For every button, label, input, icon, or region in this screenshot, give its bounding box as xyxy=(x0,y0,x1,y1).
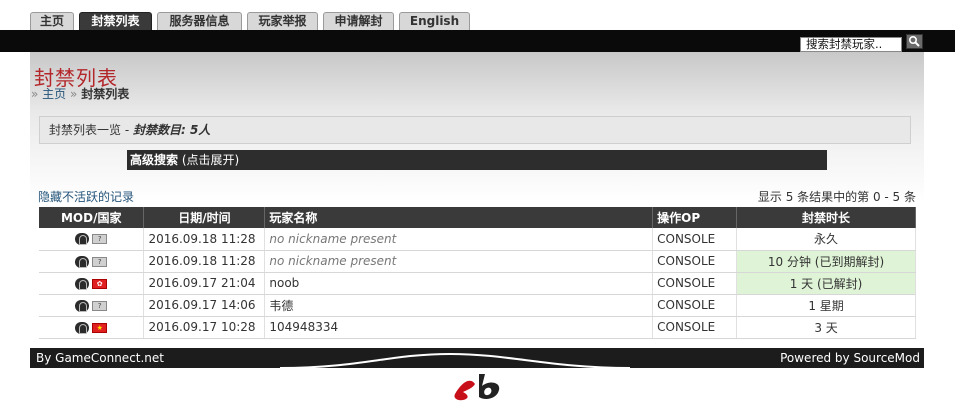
tab-unban-request[interactable]: 申请解封 xyxy=(323,12,394,30)
game-mod-icon xyxy=(75,299,90,312)
column-header-ban-length: 封禁时长 xyxy=(736,207,916,228)
search-input[interactable]: 搜索封禁玩家.. xyxy=(800,37,902,52)
footer-credit-link[interactable]: By GameConnect.net xyxy=(36,351,164,365)
footer-powered-by-link[interactable]: Powered by SourceMod xyxy=(780,351,920,365)
tab-home[interactable]: 主页 xyxy=(30,12,74,30)
player-name: no nickname present xyxy=(264,250,654,273)
column-header-admin: 操作OP xyxy=(652,207,738,228)
tab-player-report[interactable]: 玩家举报 xyxy=(247,12,318,30)
player-name: 韦德 xyxy=(264,294,654,317)
ban-length: 10 分钟 (已到期解封) xyxy=(736,250,916,273)
ban-length: 3 天 xyxy=(736,316,916,339)
ban-length: 1 星期 xyxy=(736,294,916,317)
breadcrumb-current: 封禁列表 xyxy=(81,87,130,101)
unknown-flag-icon: ? xyxy=(92,256,108,267)
admin-name: CONSOLE xyxy=(652,272,738,295)
advanced-search-hint: (点击展开) xyxy=(178,153,240,167)
advanced-search-toggle[interactable]: 高级搜索 (点击展开) xyxy=(127,150,827,170)
mod-country-cell: ? xyxy=(39,250,145,273)
admin-name: CONSOLE xyxy=(652,228,738,251)
breadcrumb-separator: » xyxy=(31,87,39,101)
table-row[interactable]: ★ 2016.09.17 10:28 104948334 CONSOLE 3 天 xyxy=(39,316,916,339)
table-row[interactable]: ? 2016.09.17 14:06 韦德 CONSOLE 1 星期 xyxy=(39,294,916,317)
player-name: noob xyxy=(264,272,654,295)
table-header-row: MOD/国家 日期/时间 玩家名称 操作OP 封禁时长 xyxy=(39,207,916,228)
ban-date: 2016.09.18 11:28 xyxy=(143,250,266,273)
search-button[interactable] xyxy=(906,34,923,49)
tab-ban-list[interactable]: 封禁列表 xyxy=(79,12,152,30)
ban-list-header-label: 封禁列表一览 - xyxy=(49,123,133,137)
admin-name: CONSOLE xyxy=(652,316,738,339)
mod-country-cell: ? xyxy=(39,228,145,251)
tab-english[interactable]: English xyxy=(399,12,470,30)
player-name: no nickname present xyxy=(264,228,654,251)
game-mod-icon xyxy=(75,233,90,246)
sourcebans-logo-icon xyxy=(454,374,500,401)
ban-list-header: 封禁列表一览 - 封禁数目: 5人 xyxy=(39,116,911,144)
search-icon xyxy=(908,35,920,47)
china-flag-icon: ★ xyxy=(92,322,108,333)
mod-country-cell: ? xyxy=(39,294,145,317)
column-header-date: 日期/时间 xyxy=(143,207,266,228)
breadcrumb-separator: » xyxy=(70,87,78,101)
ban-date: 2016.09.18 11:28 xyxy=(143,228,266,251)
tab-server-info[interactable]: 服务器信息 xyxy=(157,12,242,30)
unknown-flag-icon: ? xyxy=(92,234,108,245)
breadcrumb-home-link[interactable]: 主页 xyxy=(42,87,66,101)
game-mod-icon xyxy=(75,277,90,290)
ban-date: 2016.09.17 14:06 xyxy=(143,294,266,317)
mod-country-cell: ✿ xyxy=(39,272,145,295)
column-header-mod-country: MOD/国家 xyxy=(39,207,145,228)
table-row[interactable]: ? 2016.09.18 11:28 no nickname present C… xyxy=(39,250,916,273)
breadcrumb: » 主页 » 封禁列表 xyxy=(31,85,129,102)
ban-length: 永久 xyxy=(736,228,916,251)
admin-name: CONSOLE xyxy=(652,294,738,317)
advanced-search-label: 高级搜索 xyxy=(130,153,179,167)
hide-inactive-link[interactable]: 隐藏不活跃的记录 xyxy=(38,188,134,205)
ban-table: MOD/国家 日期/时间 玩家名称 操作OP 封禁时长 ? 2016.09.18… xyxy=(39,207,916,339)
result-count: 显示 5 条结果中的第 0 - 5 条 xyxy=(757,190,916,204)
table-row[interactable]: ? 2016.09.18 11:28 no nickname present C… xyxy=(39,228,916,251)
ban-date: 2016.09.17 21:04 xyxy=(143,272,266,295)
admin-name: CONSOLE xyxy=(652,250,738,273)
player-name: 104948334 xyxy=(264,316,654,339)
mod-country-cell: ★ xyxy=(39,316,145,339)
game-mod-icon xyxy=(75,255,90,268)
hong-kong-flag-icon: ✿ xyxy=(92,278,108,289)
ban-date: 2016.09.17 10:28 xyxy=(143,316,266,339)
unknown-flag-icon: ? xyxy=(92,300,108,311)
top-nav-tabs: 主页 封禁列表 服务器信息 玩家举报 申请解封 English xyxy=(0,0,955,30)
table-row[interactable]: ✿ 2016.09.17 21:04 noob CONSOLE 1 天 (已解封… xyxy=(39,272,916,295)
ban-length: 1 天 (已解封) xyxy=(736,272,916,295)
game-mod-icon xyxy=(75,321,90,334)
ban-count: 封禁数目: 5人 xyxy=(132,123,211,137)
column-header-player-name: 玩家名称 xyxy=(264,207,654,228)
